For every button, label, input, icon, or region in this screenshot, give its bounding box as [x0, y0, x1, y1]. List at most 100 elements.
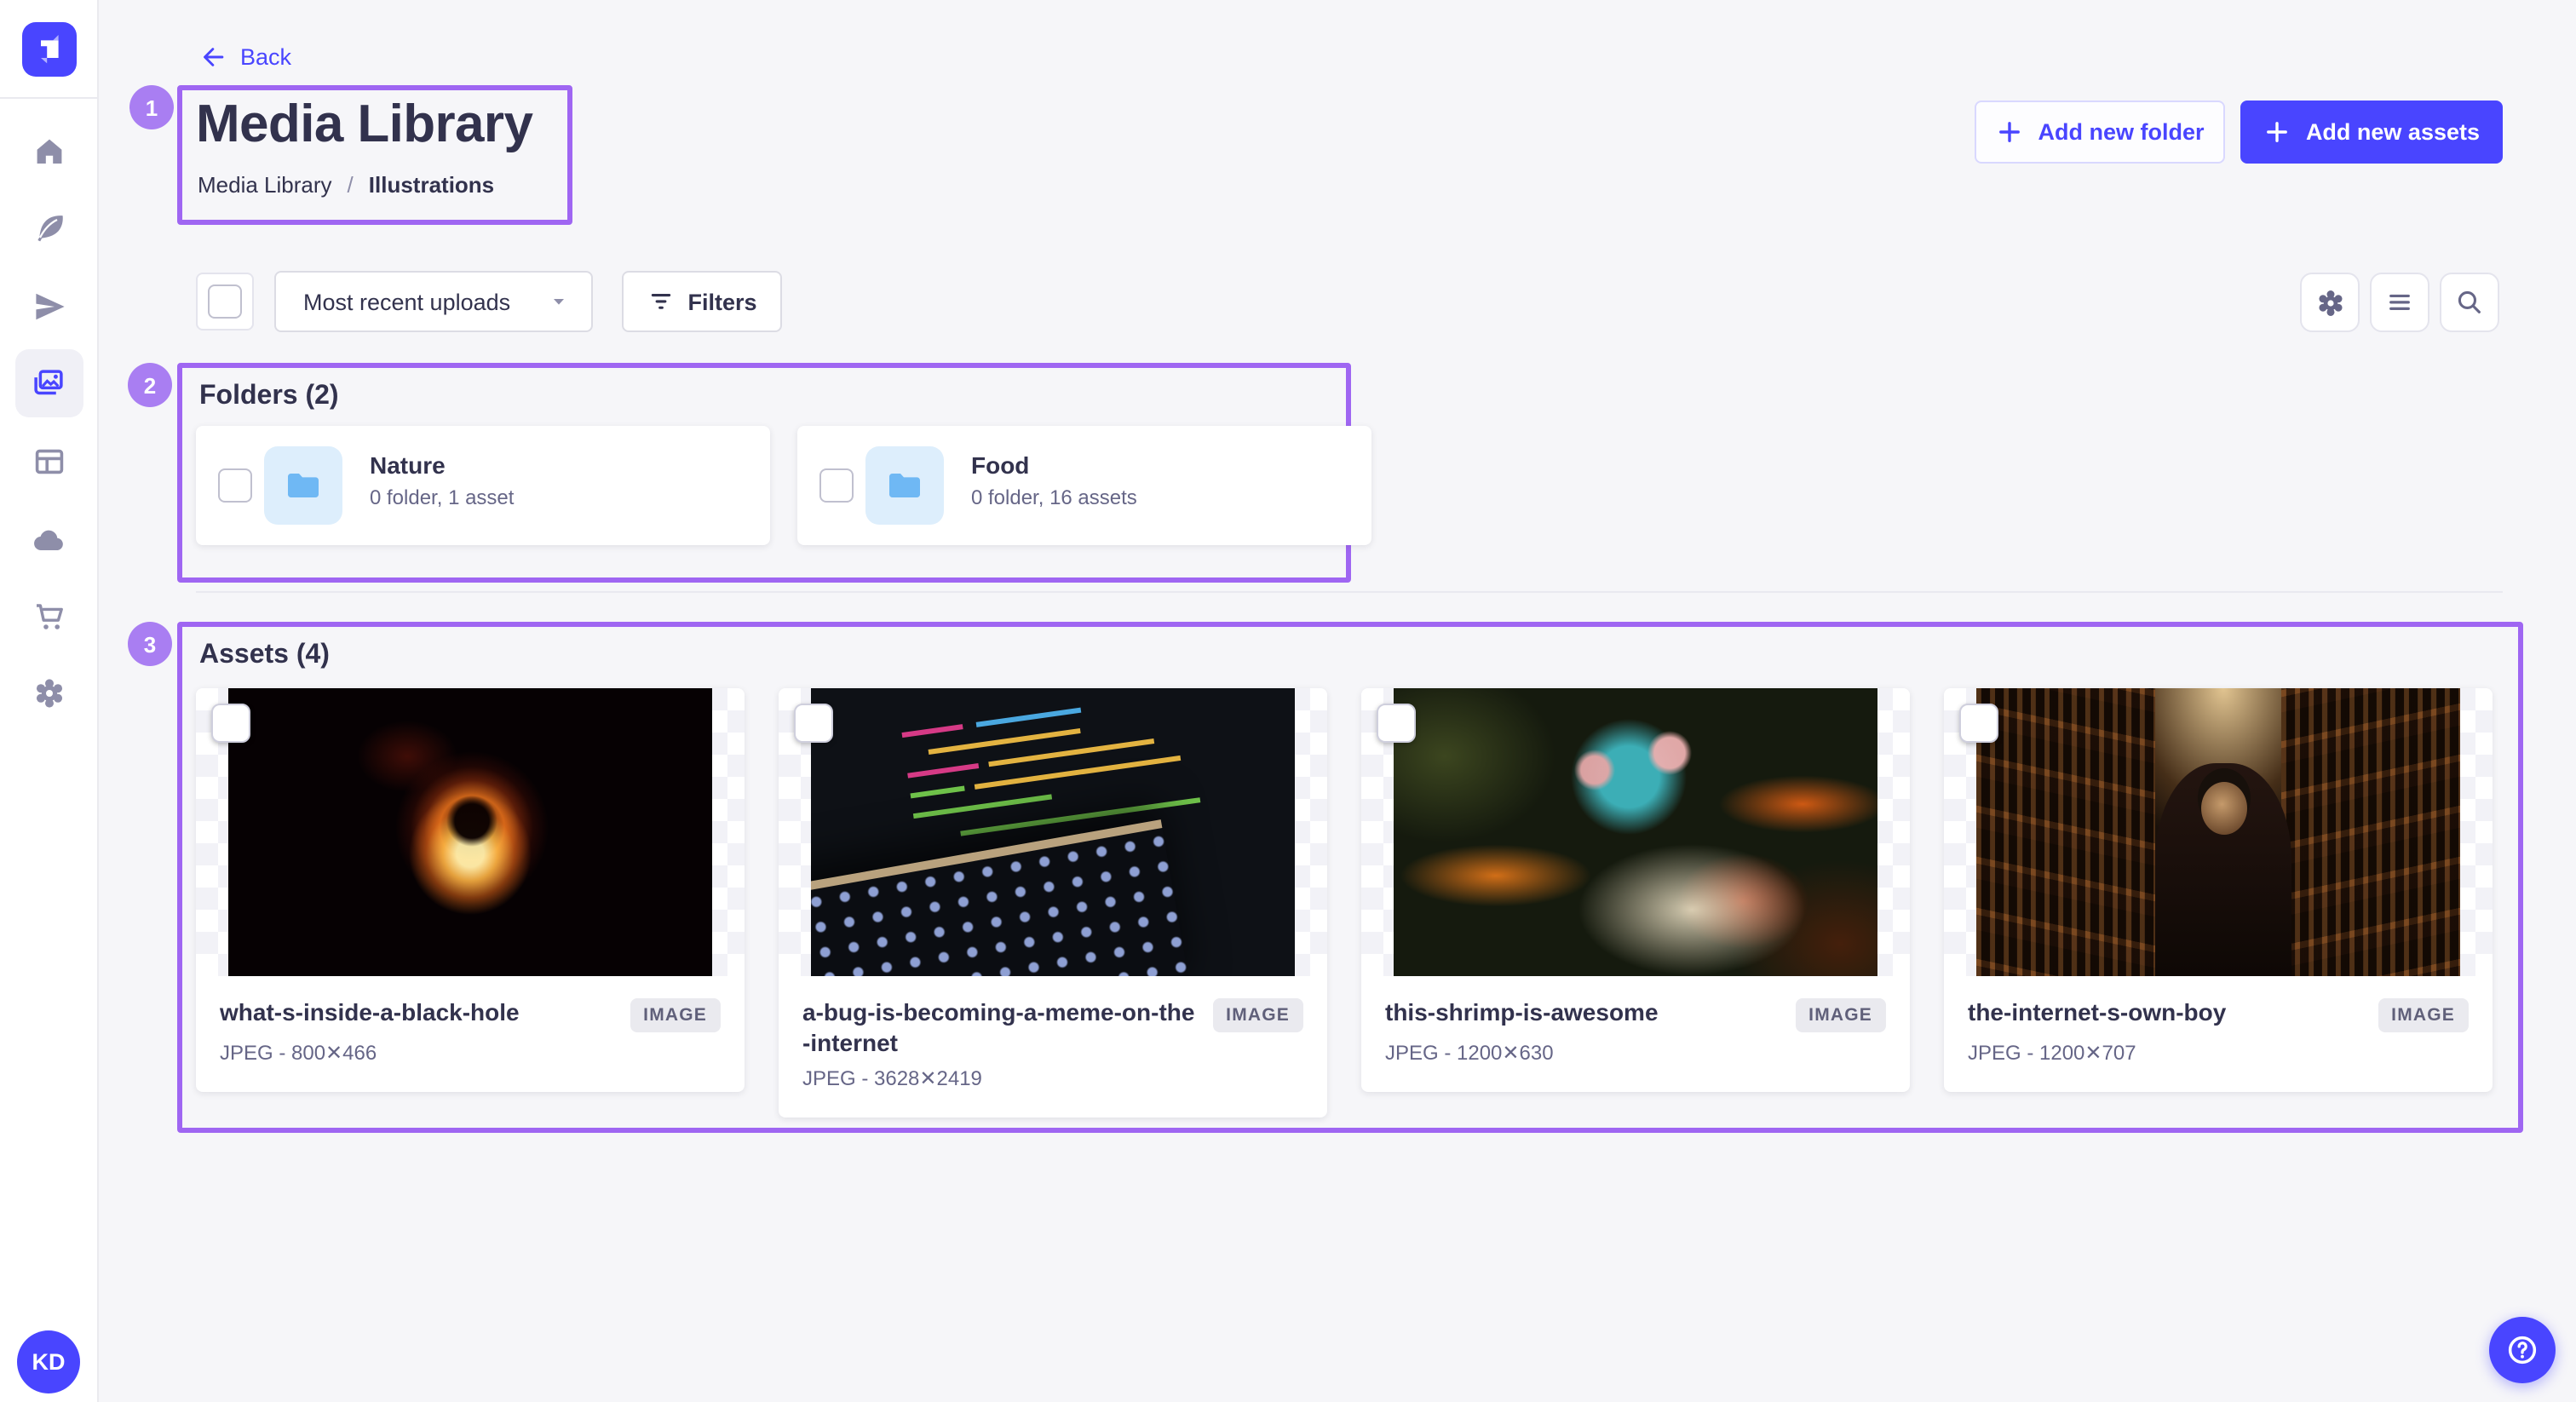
folder-name[interactable]: Nature — [370, 451, 514, 479]
plus-icon — [1996, 118, 2025, 147]
asset-meta: JPEG - 3628✕2419 — [802, 1066, 1303, 1090]
toolbar: Most recent uploads Filters — [196, 271, 782, 332]
back-link[interactable]: Back — [198, 43, 291, 72]
black-hole-photo — [228, 688, 712, 976]
sort-dropdown[interactable]: Most recent uploads — [274, 271, 593, 332]
sidebar-nav — [0, 112, 97, 733]
asset-name: what-s-inside-a-black-hole — [220, 998, 612, 1028]
header-actions: Add new folder Add new assets — [1975, 101, 2503, 164]
asset-card[interactable]: a-bug-is-becoming-a-meme-on-the-internet… — [779, 688, 1327, 1118]
search-icon — [2455, 288, 2484, 317]
add-folder-label: Add new folder — [2038, 119, 2205, 145]
folder-card-food[interactable]: Food 0 folder, 16 assets — [797, 426, 1371, 545]
layout-icon — [14, 428, 83, 496]
strapi-logo-icon — [21, 21, 76, 76]
asset-type-badge: IMAGE — [1212, 998, 1303, 1032]
filters-button[interactable]: Filters — [622, 271, 782, 332]
asset-thumbnail — [1944, 688, 2493, 976]
folder-checkbox[interactable] — [819, 468, 854, 503]
sidebar-item-media-library[interactable] — [0, 345, 97, 422]
folder-meta: 0 folder, 16 assets — [971, 486, 1137, 509]
breadcrumb: Media Library / Illustrations — [198, 172, 494, 198]
home-icon — [14, 118, 83, 186]
user-avatar[interactable]: KD — [17, 1330, 80, 1393]
page-title: Media Library — [196, 94, 532, 155]
question-mark-icon — [2504, 1332, 2540, 1368]
paper-plane-icon — [14, 273, 83, 341]
asset-thumbnail — [1361, 688, 1910, 976]
strapi-admin-app: KD Back Media Library Media Library / Il… — [0, 0, 2576, 1402]
filter-icon — [647, 288, 674, 315]
asset-card[interactable]: what-s-inside-a-black-hole IMAGE JPEG - … — [196, 688, 745, 1092]
sidebar-item-releases[interactable] — [0, 267, 97, 345]
annotation-badge-3: 3 — [128, 622, 172, 666]
code-laptop-photo — [811, 688, 1295, 976]
settings-button[interactable] — [2300, 273, 2360, 332]
folders-heading: Folders (2) — [199, 382, 339, 412]
annotation-badge-2: 2 — [128, 363, 172, 407]
asset-meta: JPEG - 1200✕630 — [1385, 1041, 1886, 1065]
asset-card[interactable]: this-shrimp-is-awesome IMAGE JPEG - 1200… — [1361, 688, 1910, 1092]
add-new-folder-button[interactable]: Add new folder — [1975, 101, 2225, 164]
annotation-badge-1: 1 — [129, 85, 174, 129]
folder-icon — [865, 446, 944, 525]
chevron-down-icon — [549, 291, 569, 312]
asset-name: a-bug-is-becoming-a-meme-on-the-internet — [802, 998, 1195, 1058]
asset-checkbox[interactable] — [1959, 704, 1998, 743]
sidebar-item-home[interactable] — [0, 112, 97, 190]
avatar-initials: KD — [32, 1349, 66, 1375]
add-new-assets-button[interactable]: Add new assets — [2240, 101, 2503, 164]
asset-meta: JPEG - 800✕466 — [220, 1041, 721, 1065]
search-button[interactable] — [2440, 273, 2499, 332]
media-library-icon — [14, 350, 83, 418]
feather-icon — [14, 195, 83, 263]
back-label: Back — [240, 44, 291, 70]
sort-value: Most recent uploads — [303, 289, 510, 314]
cloud-icon — [14, 505, 83, 573]
sidebar-item-settings[interactable] — [0, 655, 97, 733]
assets-heading: Assets (4) — [199, 641, 330, 671]
breadcrumb-separator: / — [348, 172, 354, 198]
strapi-logo[interactable] — [0, 0, 97, 99]
folder-checkbox[interactable] — [218, 468, 252, 503]
cart-icon — [14, 583, 83, 651]
asset-name: the-internet-s-own-boy — [1968, 998, 2360, 1028]
asset-meta: JPEG - 1200✕707 — [1968, 1041, 2469, 1065]
section-divider — [196, 591, 2503, 593]
list-icon — [2385, 288, 2414, 317]
folder-name[interactable]: Food — [971, 451, 1137, 479]
asset-type-badge: IMAGE — [2378, 998, 2469, 1032]
back-arrow-icon — [198, 43, 227, 72]
mantis-shrimp-photo — [1394, 688, 1877, 976]
list-view-button[interactable] — [2370, 273, 2429, 332]
asset-type-badge: IMAGE — [1795, 998, 1886, 1032]
asset-thumbnail — [779, 688, 1327, 976]
asset-checkbox[interactable] — [794, 704, 833, 743]
asset-checkbox[interactable] — [211, 704, 250, 743]
sidebar-item-marketplace[interactable] — [0, 577, 97, 655]
breadcrumb-current: Illustrations — [369, 172, 494, 198]
gear-icon — [14, 660, 83, 728]
library-portrait-photo — [1976, 688, 2460, 976]
asset-thumbnail — [196, 688, 745, 976]
sidebar-item-content-manager[interactable] — [0, 422, 97, 500]
folder-icon — [264, 446, 342, 525]
folder-meta: 0 folder, 1 asset — [370, 486, 514, 509]
gear-icon — [2314, 287, 2345, 318]
sidebar: KD — [0, 0, 99, 1402]
asset-card[interactable]: the-internet-s-own-boy IMAGE JPEG - 1200… — [1944, 688, 2493, 1092]
asset-type-badge: IMAGE — [630, 998, 721, 1032]
checkbox — [208, 284, 242, 319]
select-all-checkbox[interactable] — [196, 273, 254, 330]
add-assets-label: Add new assets — [2306, 119, 2480, 145]
sidebar-item-content-builder[interactable] — [0, 190, 97, 267]
sidebar-item-cloud[interactable] — [0, 500, 97, 577]
toolbar-view-options — [2300, 273, 2499, 332]
help-button[interactable] — [2489, 1317, 2556, 1383]
plus-icon — [2263, 118, 2292, 147]
asset-name: this-shrimp-is-awesome — [1385, 998, 1778, 1028]
filters-label: Filters — [687, 289, 756, 314]
folder-card-nature[interactable]: Nature 0 folder, 1 asset — [196, 426, 770, 545]
asset-checkbox[interactable] — [1377, 704, 1416, 743]
breadcrumb-parent[interactable]: Media Library — [198, 172, 332, 198]
